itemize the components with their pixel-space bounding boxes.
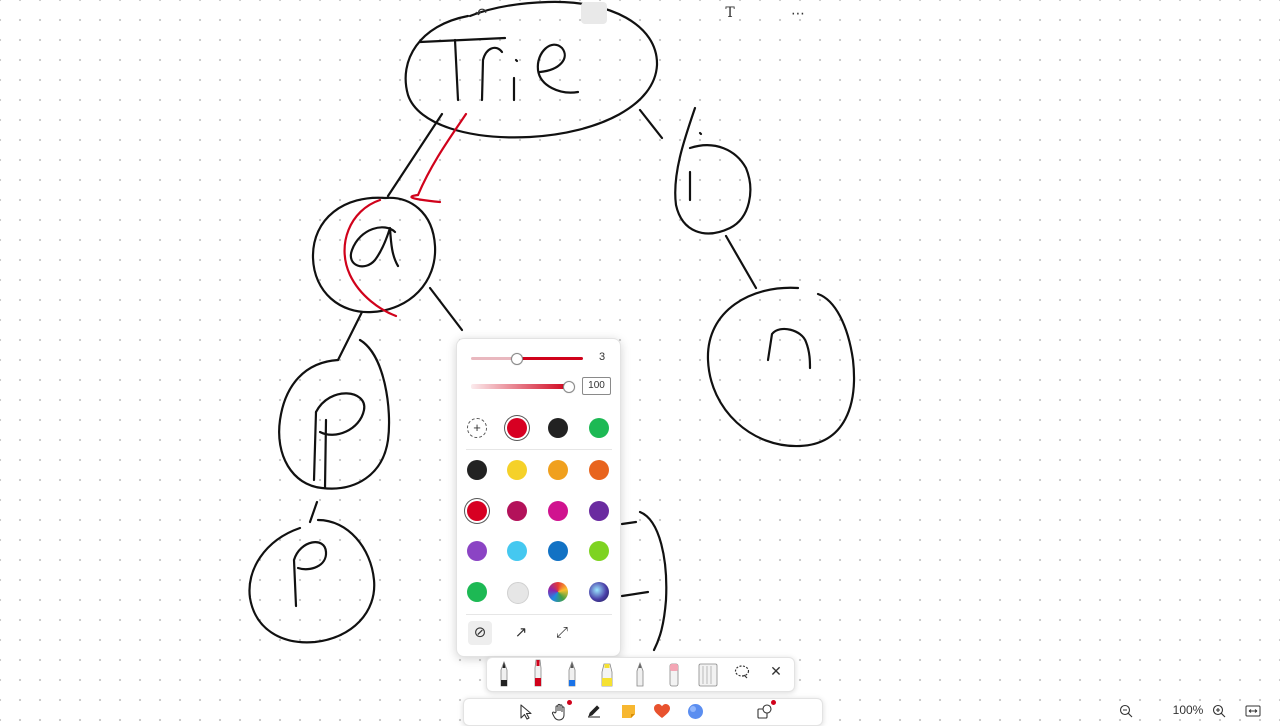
pen-tool-button[interactable] — [581, 2, 607, 24]
recent-color-black[interactable] — [548, 418, 568, 438]
tip-divider — [466, 614, 612, 615]
edge-b-to-n — [724, 234, 758, 290]
node-b — [674, 106, 752, 235]
root-node-ellipse — [404, 0, 659, 139]
palette-swatch-1-0[interactable] — [467, 501, 487, 521]
sticky-note-icon[interactable] — [620, 703, 637, 720]
zoom-out-icon — [1119, 704, 1133, 718]
more-options-button[interactable]: ⋯ — [786, 2, 810, 24]
close-pen-toolbar-button[interactable]: ✕ — [767, 662, 785, 680]
node-n — [706, 286, 856, 448]
palette-swatch-3-2[interactable] — [548, 582, 568, 602]
fit-to-screen-button[interactable] — [1243, 701, 1263, 721]
palette-swatch-0-0[interactable] — [467, 460, 487, 480]
node-a — [311, 196, 437, 314]
palette-swatch-1-3[interactable] — [589, 501, 609, 521]
node-p-first — [278, 338, 391, 490]
opacity-value-input[interactable]: 100 — [582, 377, 611, 395]
recent-color-red[interactable] — [507, 418, 527, 438]
add-color-button[interactable]: + — [467, 418, 487, 438]
palette-swatch-3-0[interactable] — [467, 582, 487, 602]
fit-screen-icon — [1245, 705, 1261, 717]
arrow-both-tip-button[interactable]: ⤢ — [550, 621, 574, 645]
shapes-tool-badge — [771, 700, 776, 705]
zoom-in-button[interactable] — [1209, 701, 1229, 721]
palette-swatch-2-2[interactable] — [548, 541, 568, 561]
zoom-out-button[interactable] — [1116, 701, 1136, 721]
zoom-in-icon — [1212, 704, 1226, 718]
opacity-slider-track[interactable] — [471, 384, 569, 389]
highlighter-icon[interactable] — [597, 660, 617, 688]
partial-node-bottom — [620, 510, 668, 652]
palette-swatch-0-2[interactable] — [548, 460, 568, 480]
palette-swatch-2-1[interactable] — [507, 541, 527, 561]
size-slider-fill — [517, 357, 583, 360]
size-slider-thumb[interactable] — [511, 353, 523, 365]
hand-tool-badge — [567, 700, 572, 705]
select-cursor-icon[interactable] — [518, 703, 534, 721]
eraser-icon[interactable] — [665, 660, 683, 688]
palette-swatch-0-3[interactable] — [589, 460, 609, 480]
node-p-second — [248, 518, 376, 644]
lasso-select-icon[interactable] — [733, 663, 751, 681]
root-node-text-trie — [418, 36, 580, 102]
palette-swatch-0-1[interactable] — [507, 460, 527, 480]
palette-swatch-1-1[interactable] — [507, 501, 527, 521]
edge-p-to-p — [308, 500, 319, 524]
reactions-heart-icon[interactable] — [653, 703, 671, 720]
hand-pan-icon[interactable] — [551, 702, 569, 722]
edge-root-to-b — [638, 108, 664, 140]
pencil-icon[interactable] — [631, 660, 649, 688]
pen-tool-icon — [588, 705, 600, 718]
drawing-canvas[interactable] — [0, 0, 1280, 720]
shapes-circle-icon[interactable] — [687, 703, 704, 720]
palette-swatch-3-3[interactable] — [589, 582, 609, 602]
palette-swatch-2-3[interactable] — [589, 541, 609, 561]
no-arrow-tip-button[interactable]: ⊘ — [468, 621, 492, 645]
ballpoint-pen-icon[interactable] — [495, 660, 513, 688]
opacity-slider-thumb[interactable] — [563, 381, 575, 393]
palette-swatch-1-2[interactable] — [548, 501, 568, 521]
insert-shapes-icon[interactable] — [756, 703, 774, 720]
text-tool-button[interactable]: T — [718, 2, 742, 24]
red-annotation — [343, 112, 468, 318]
edge-a-to-right — [428, 286, 464, 332]
palette-swatch-3-1[interactable] — [507, 582, 529, 604]
size-value: 3 — [598, 351, 606, 363]
zoom-controls: 100% — [1110, 700, 1280, 722]
palette-swatch-2-0[interactable] — [467, 541, 487, 561]
edge-root-to-a — [386, 112, 444, 198]
felt-marker-icon[interactable] — [529, 658, 547, 688]
color-divider — [466, 449, 612, 450]
arrow-end-tip-button[interactable]: ↗ — [509, 621, 533, 645]
recent-color-green[interactable] — [589, 418, 609, 438]
undo-button[interactable]: ↶ — [469, 2, 493, 24]
zoom-level: 100% — [1172, 703, 1204, 717]
edge-a-to-p — [336, 310, 364, 362]
ruler-icon[interactable] — [697, 662, 719, 688]
fountain-pen-icon[interactable] — [563, 660, 581, 688]
